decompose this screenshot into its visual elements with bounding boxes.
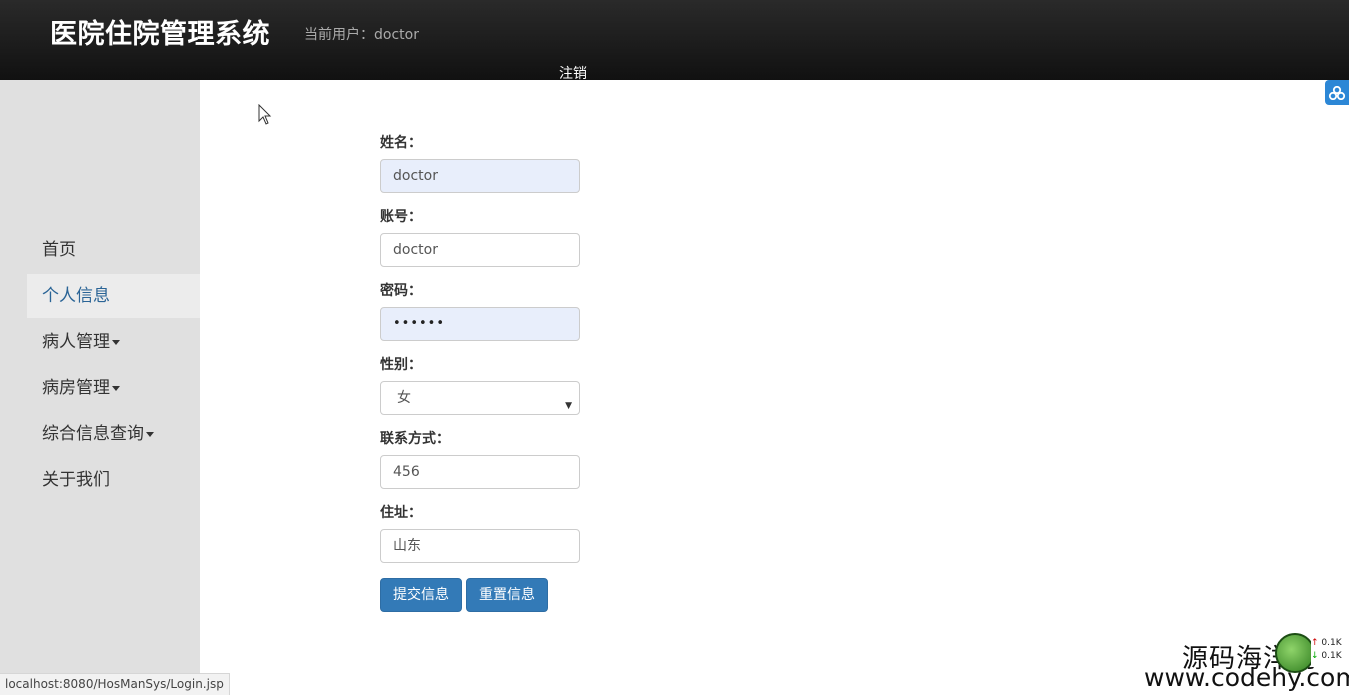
app-title[interactable]: 医院住院管理系统	[50, 12, 270, 51]
sidebar-item-label: 病房管理	[42, 378, 110, 398]
account-group: 账号： doctor	[380, 209, 580, 267]
network-monitor-icon[interactable]	[1275, 633, 1315, 673]
submit-button[interactable]: 提交信息	[380, 578, 462, 612]
password-field[interactable]: ••••••	[380, 307, 580, 341]
gender-group: 性别： 女 ▼	[380, 357, 580, 415]
contact-field[interactable]: 456	[380, 455, 580, 489]
contact-label: 联系方式：	[380, 431, 450, 447]
password-label: 密码：	[380, 283, 422, 299]
mouse-pointer-icon	[258, 104, 272, 125]
name-group: 姓名： doctor	[380, 135, 580, 193]
caret-down-icon	[112, 385, 120, 391]
sidebar-item-profile[interactable]: 个人信息	[27, 274, 200, 318]
sidebar-item-info-query[interactable]: 综合信息查询	[27, 412, 200, 456]
profile-form: 姓名： doctor 账号： doctor 密码： •••••• 性别： 女 ▼…	[380, 135, 580, 612]
caret-down-icon	[146, 431, 154, 437]
sidebar-item-label: 首页	[42, 240, 76, 260]
status-bar-url: localhost:8080/HosManSys/Login.jsp	[0, 673, 230, 695]
watermark-url: www.codehy.com	[1144, 663, 1349, 692]
gender-label: 性别：	[380, 357, 422, 373]
name-label: 姓名：	[380, 135, 422, 151]
logout-link[interactable]: 注销	[559, 63, 587, 83]
sidebar-item-label: 病人管理	[42, 332, 110, 352]
password-group: 密码： ••••••	[380, 283, 580, 341]
top-navbar: 医院住院管理系统 当前用户：doctor 注销	[0, 0, 1349, 83]
upload-arrow-icon: ↑	[1311, 638, 1319, 648]
gender-selected-value: 女	[397, 390, 411, 406]
sidebar-nav: 首页 个人信息 病人管理 病房管理 综合信息查询 关于我们	[27, 228, 200, 504]
sidebar-item-patient-management[interactable]: 病人管理	[27, 320, 200, 364]
sidebar-item-label: 个人信息	[42, 286, 110, 306]
current-user-label: 当前用户：doctor	[304, 27, 419, 43]
address-field[interactable]: 山东	[380, 529, 580, 563]
reset-button[interactable]: 重置信息	[466, 578, 548, 612]
sidebar-item-label: 综合信息查询	[42, 424, 144, 444]
form-actions: 提交信息 重置信息	[380, 578, 580, 612]
account-field[interactable]: doctor	[380, 233, 580, 267]
share-widget-icon[interactable]	[1325, 80, 1349, 105]
address-label: 住址：	[380, 505, 422, 521]
sidebar-item-home[interactable]: 首页	[27, 228, 200, 272]
address-group: 住址： 山东	[380, 505, 580, 563]
net-up-value: 0.1K	[1321, 638, 1342, 648]
account-label: 账号：	[380, 209, 422, 225]
download-arrow-icon: ↓	[1311, 651, 1319, 661]
sidebar-item-about[interactable]: 关于我们	[27, 458, 200, 502]
net-down-value: 0.1K	[1321, 651, 1342, 661]
sidebar-item-ward-management[interactable]: 病房管理	[27, 366, 200, 410]
caret-down-icon	[112, 339, 120, 345]
network-speed-panel: ↑ 0.1K ↓ 0.1K	[1311, 637, 1349, 667]
name-field[interactable]: doctor	[380, 159, 580, 193]
sidebar-item-label: 关于我们	[42, 470, 110, 490]
gender-select[interactable]: 女 ▼	[380, 381, 580, 415]
contact-group: 联系方式： 456	[380, 431, 580, 489]
dropdown-arrow-icon: ▼	[565, 401, 572, 411]
